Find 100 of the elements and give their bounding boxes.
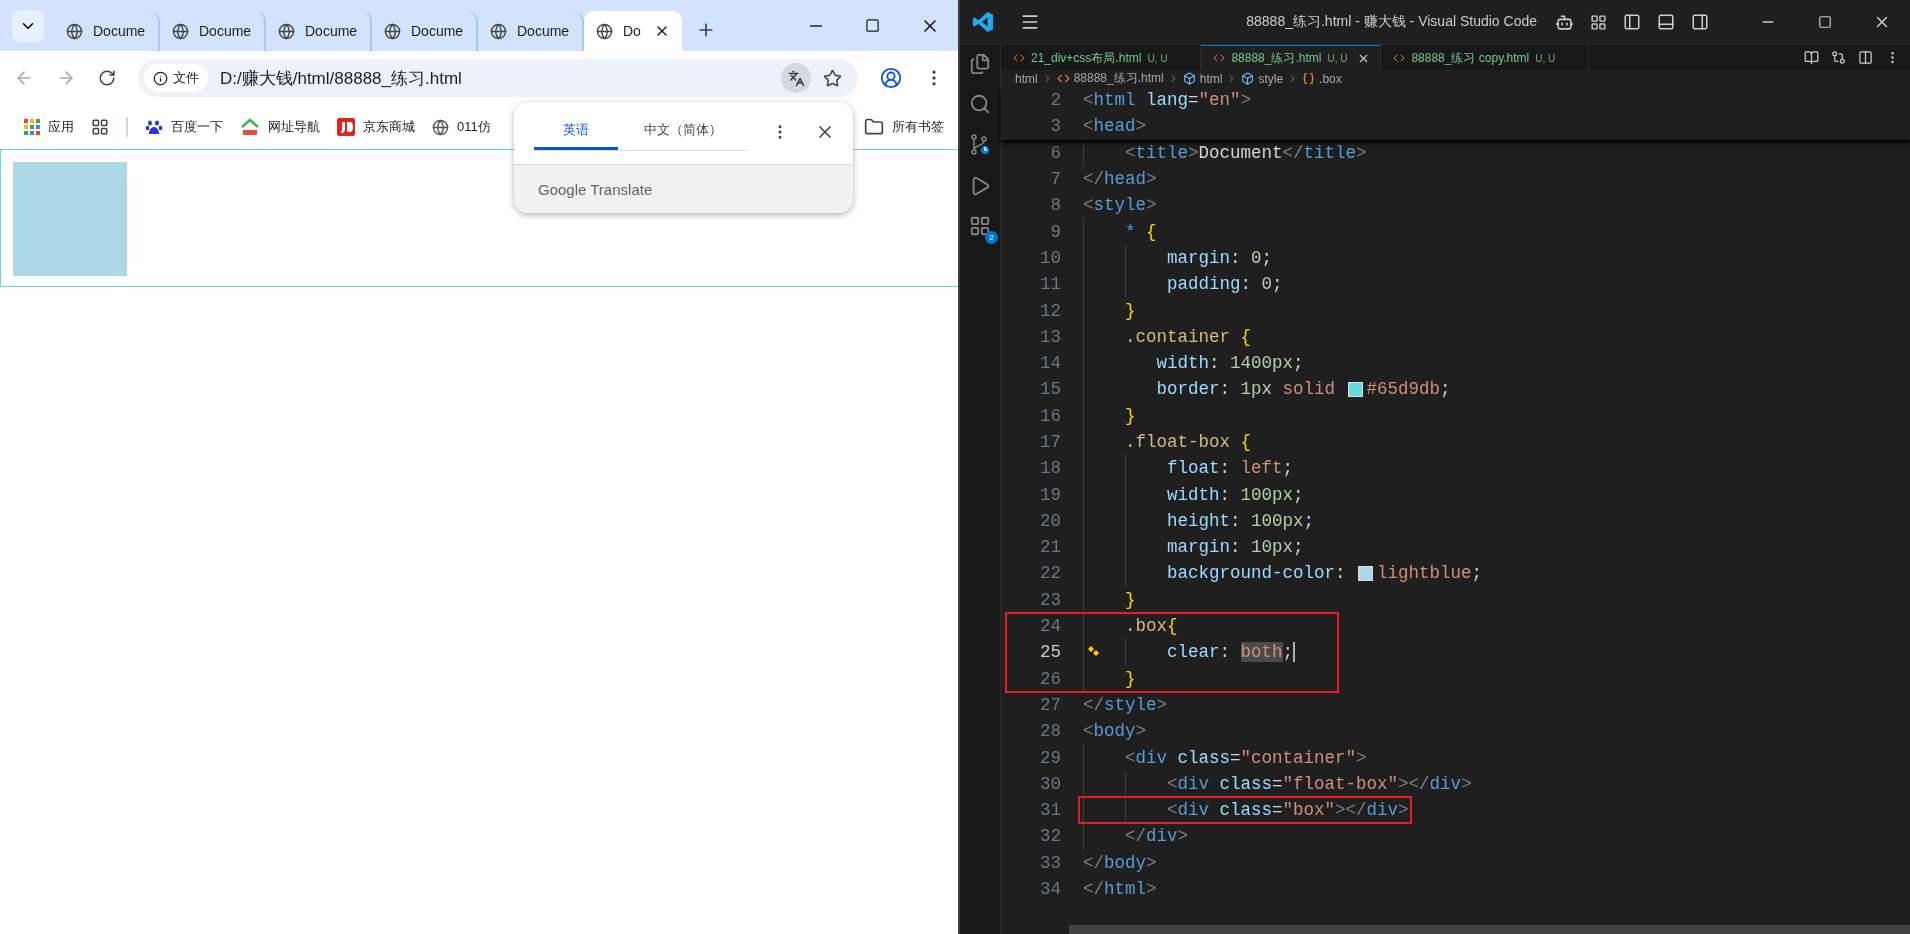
preview-icon[interactable] bbox=[1804, 50, 1819, 65]
code-file-icon bbox=[1056, 72, 1070, 85]
menu-icon[interactable] bbox=[1020, 12, 1040, 32]
panel-bottom-icon[interactable] bbox=[1657, 13, 1675, 31]
shop-logo-icon bbox=[337, 118, 355, 136]
color-swatch-icon[interactable] bbox=[1347, 381, 1363, 397]
code-text: background-color: bbox=[1166, 563, 1347, 584]
browser-tab[interactable]: Docume bbox=[160, 11, 266, 51]
line-number: 10 bbox=[1039, 247, 1061, 268]
line-number: 28 bbox=[1039, 721, 1061, 742]
grid-icon[interactable] bbox=[91, 118, 109, 136]
code-text: .box{ bbox=[1124, 616, 1178, 637]
line-number: 20 bbox=[1039, 510, 1061, 531]
star-icon[interactable] bbox=[823, 68, 842, 88]
line-number: 6 bbox=[1049, 142, 1061, 163]
code-text: } bbox=[1124, 300, 1136, 321]
apps-icon bbox=[24, 119, 40, 135]
code-text: <style> bbox=[1083, 195, 1157, 216]
folder-icon bbox=[864, 117, 884, 137]
browser-tab[interactable]: Docume bbox=[54, 11, 160, 51]
browser-tab[interactable]: Do bbox=[584, 11, 682, 51]
code-text: float: left; bbox=[1166, 458, 1294, 479]
line-number: 12 bbox=[1039, 300, 1061, 321]
line-number: 26 bbox=[1039, 668, 1061, 689]
scrollbar-thumb[interactable] bbox=[1069, 925, 1910, 934]
browser-tab[interactable]: Docume bbox=[372, 11, 478, 51]
line-number: 14 bbox=[1039, 353, 1061, 374]
line-number: 31 bbox=[1039, 800, 1061, 821]
extensions-icon[interactable] bbox=[969, 215, 991, 237]
panel-left-icon[interactable] bbox=[1623, 13, 1641, 31]
line-number: 11 bbox=[1039, 274, 1061, 295]
layout-icon[interactable] bbox=[1590, 13, 1607, 31]
url-text: D:/赚大钱/html/88888_练习.html bbox=[220, 67, 463, 90]
line-number: 2 bbox=[1049, 90, 1061, 111]
breadcrumb-item[interactable]: html bbox=[1015, 71, 1038, 86]
search-icon[interactable] bbox=[969, 93, 991, 115]
color-swatch-icon[interactable] bbox=[1358, 566, 1374, 581]
tab-title: Docume bbox=[517, 23, 570, 39]
security-chip[interactable]: 文件 bbox=[144, 64, 208, 92]
code-text: .float-box { bbox=[1124, 432, 1252, 452]
breadcrumb-item[interactable]: .box bbox=[1319, 71, 1342, 86]
split-editor-icon[interactable] bbox=[1858, 50, 1873, 65]
line-number: 30 bbox=[1039, 773, 1061, 794]
code-text: </head> bbox=[1083, 169, 1157, 190]
tab-title: Do bbox=[623, 23, 642, 39]
profile-icon[interactable] bbox=[880, 67, 902, 89]
tab-name: 21_div+css布局.html bbox=[1031, 49, 1142, 67]
code-text: <div class="container"> bbox=[1124, 747, 1367, 768]
source-control-icon[interactable] bbox=[968, 133, 992, 157]
line-number: 29 bbox=[1039, 747, 1061, 768]
line-number: 22 bbox=[1039, 563, 1061, 584]
explorer-icon[interactable] bbox=[969, 53, 991, 75]
code-text: margin: 10px; bbox=[1166, 537, 1304, 558]
bookmark-item[interactable]: 京东商城 bbox=[337, 118, 415, 136]
breadcrumb-item[interactable]: 88888_练习.html bbox=[1073, 70, 1164, 87]
language-tab[interactable]: 中文（简体） bbox=[618, 113, 748, 150]
line-number: 7 bbox=[1049, 169, 1061, 190]
address-bar[interactable]: 文件 D:/赚大钱/html/88888_练习.html bbox=[138, 59, 858, 97]
code-text: </style> bbox=[1083, 694, 1168, 715]
git-status: U, U bbox=[1535, 52, 1556, 64]
panel-right-icon[interactable] bbox=[1691, 13, 1709, 31]
compare-icon[interactable] bbox=[1831, 50, 1846, 65]
editor-tab[interactable]: 88888_练习.html U, U bbox=[1201, 45, 1382, 70]
translate-brand-text: Google Translate bbox=[538, 180, 653, 198]
code-text: height: 100px; bbox=[1166, 510, 1315, 531]
breadcrumb-item[interactable]: html bbox=[1199, 71, 1223, 86]
globe-icon bbox=[66, 22, 83, 40]
robot-icon[interactable] bbox=[1555, 12, 1574, 32]
window-title: 88888_练习.html - 赚大钱 - Visual Studio Code bbox=[1246, 13, 1537, 31]
bookmark-item[interactable]: 百度一下 bbox=[145, 118, 223, 136]
bookmark-item[interactable]: 网址导航 bbox=[240, 118, 320, 136]
browser-tab[interactable]: Docume bbox=[266, 11, 372, 51]
line-number: 16 bbox=[1039, 405, 1061, 426]
line-number: 24 bbox=[1039, 616, 1061, 637]
line-number: 21 bbox=[1039, 537, 1061, 558]
line-number: 19 bbox=[1039, 484, 1061, 505]
bookmark-item[interactable]: 应用 bbox=[24, 118, 74, 136]
code-text: <head> bbox=[1083, 116, 1147, 137]
braces-icon bbox=[1302, 72, 1316, 85]
bookmark-item[interactable]: 011仿 bbox=[432, 118, 491, 136]
line-number: 8 bbox=[1049, 195, 1061, 216]
globe-icon bbox=[384, 22, 401, 40]
reload-icon[interactable] bbox=[98, 69, 116, 87]
globe-icon bbox=[490, 22, 507, 40]
tab-title: Docume bbox=[305, 23, 358, 39]
translate-icon[interactable] bbox=[781, 63, 811, 93]
all-bookmarks-item[interactable]: 所有书签 bbox=[864, 117, 944, 137]
globe-icon bbox=[432, 118, 449, 136]
text-cursor bbox=[1293, 642, 1296, 663]
cube-icon bbox=[1241, 72, 1255, 85]
code-text: </html> bbox=[1083, 879, 1157, 900]
code-file-icon bbox=[1213, 52, 1226, 64]
code-text: <div class="box"></div> bbox=[1166, 800, 1409, 821]
language-tab[interactable]: 英语 bbox=[534, 113, 618, 150]
code-file-icon bbox=[1393, 52, 1406, 64]
code-text: } bbox=[1124, 589, 1136, 610]
breadcrumb-item[interactable]: style bbox=[1258, 71, 1284, 86]
line-number: 32 bbox=[1039, 826, 1061, 847]
tab-title: Docume bbox=[93, 23, 146, 39]
git-status: U, U bbox=[1147, 52, 1168, 64]
